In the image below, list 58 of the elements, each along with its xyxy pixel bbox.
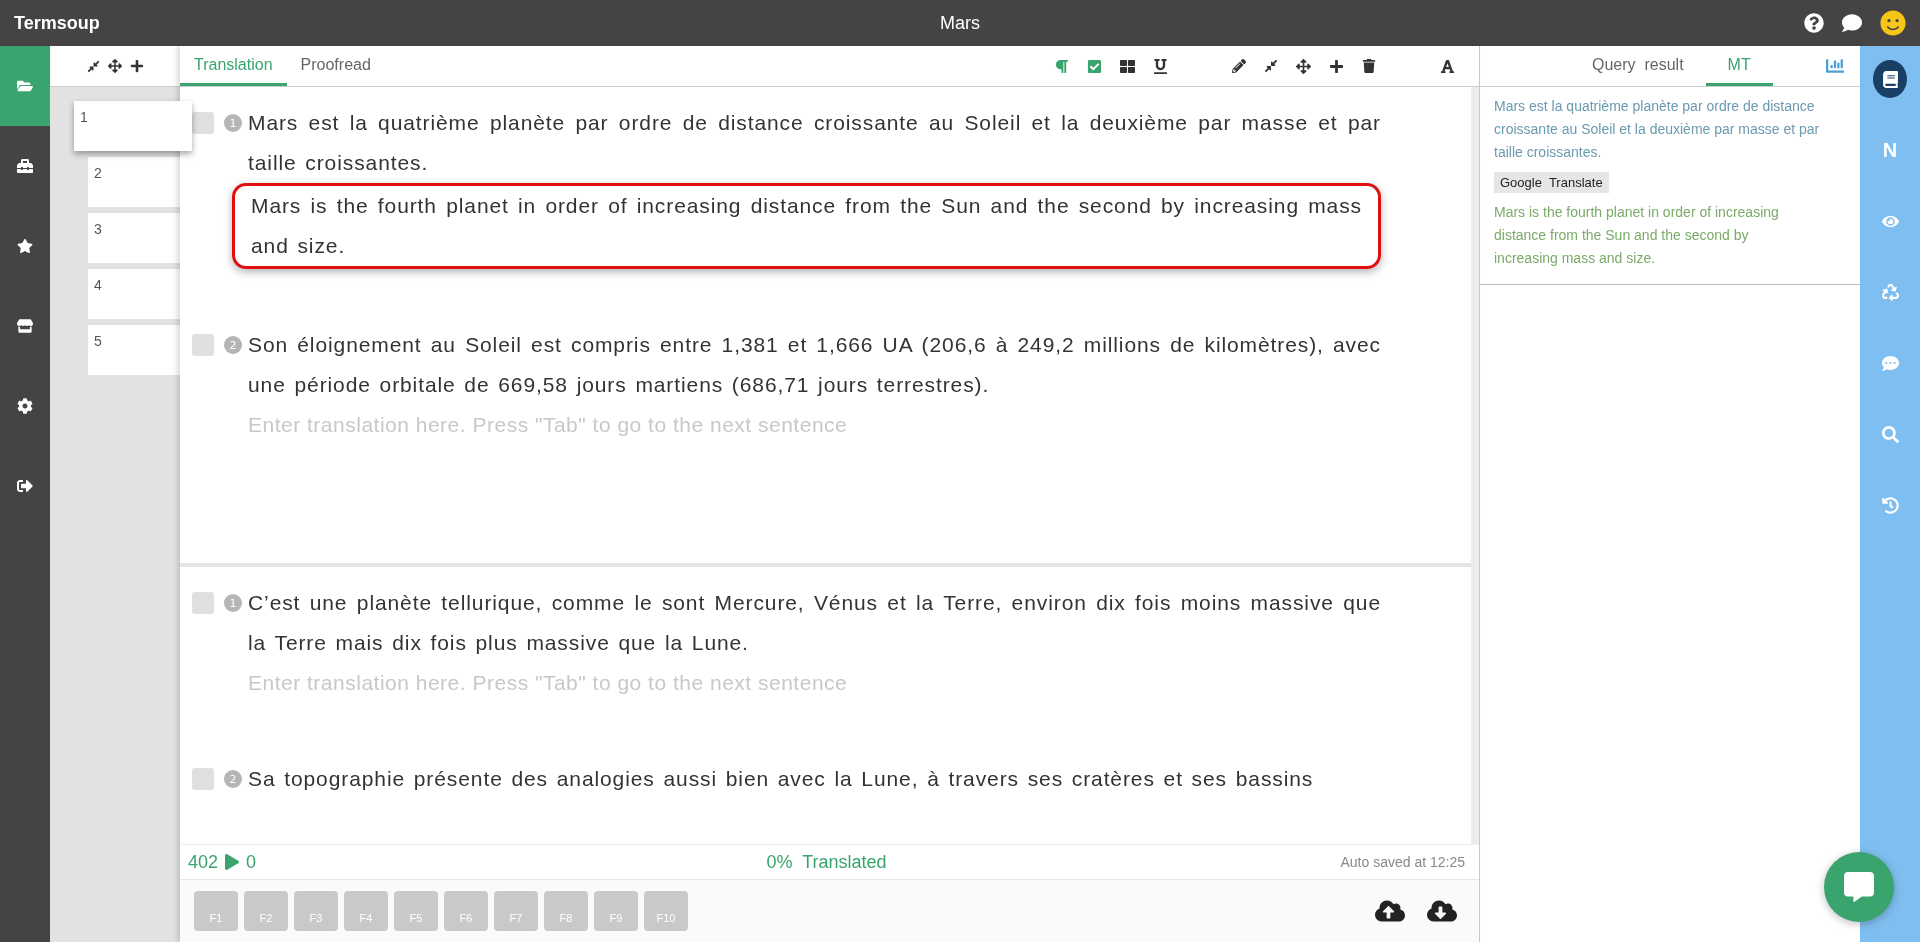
page-thumbnail[interactable]: 4: [88, 269, 180, 319]
pencil-icon[interactable]: [1232, 59, 1246, 73]
segment-count: 0: [246, 851, 257, 873]
chat-icon[interactable]: [1842, 13, 1862, 33]
editor-tab[interactable]: Translation: [180, 46, 287, 86]
source-sentence: Son éloignement au Soleil est compris entre 1,381 et 1,666 UA (206,6 à 249,2 millions de kilomètres), avec une période orbitale de 669,58 jours martiens (686,71 jours terrestres).: [248, 332, 1381, 398]
settings-icon: [17, 398, 33, 414]
app-name: Termsoup: [14, 12, 101, 34]
logout-icon: [17, 478, 33, 494]
checkbox-icon[interactable]: [1087, 58, 1102, 74]
smiley-icon[interactable]: [1880, 10, 1906, 36]
segment-number: 2: [224, 770, 242, 788]
document-title: Mars: [940, 12, 980, 34]
panel-tab[interactable]: MT: [1705, 46, 1773, 86]
segment-number: 2: [224, 336, 242, 354]
progress-text: 0% Translated: [766, 851, 887, 873]
paragraph-icon[interactable]: [1054, 58, 1069, 74]
segment-number: 1: [224, 594, 242, 612]
grid-icon[interactable]: [1120, 58, 1135, 74]
page-thumbnail[interactable]: 1: [74, 101, 192, 151]
folder-icon: [17, 78, 33, 94]
help-icon[interactable]: [1804, 13, 1824, 33]
move-icon[interactable]: [107, 59, 122, 73]
compress-icon[interactable]: [86, 59, 100, 73]
page-thumbnail[interactable]: 3: [88, 213, 180, 263]
page-thumbnail[interactable]: 2: [88, 157, 180, 207]
play-icon[interactable]: [224, 854, 241, 870]
autosave-text: Auto saved at 12:25: [1340, 854, 1465, 870]
add-icon[interactable]: [1329, 58, 1344, 74]
notes-button[interactable]: N: [1873, 131, 1907, 169]
mt-translation-text[interactable]: Mars is the fourth planet in order of increasing distance from the Sun and the second by increasing mass and size.: [1494, 201, 1846, 270]
store-icon: [17, 318, 33, 334]
segment-checkbox[interactable]: [192, 768, 214, 790]
translation-field[interactable]: Mars is the fourth planet in order of increasing distance from the Sun and the second by increasing mass and size.: [232, 183, 1381, 269]
segment-checkbox[interactable]: [192, 334, 214, 356]
add-icon[interactable]: [129, 59, 144, 73]
trash-icon[interactable]: [1362, 59, 1376, 73]
compress-icon[interactable]: [1264, 59, 1278, 73]
underline-icon[interactable]: [1153, 58, 1168, 74]
editor-tab[interactable]: Proofread: [286, 46, 385, 86]
segment-checkbox[interactable]: [192, 592, 214, 614]
move-icon[interactable]: [1296, 58, 1311, 74]
font-icon[interactable]: [1440, 58, 1455, 74]
segment-number: 1: [224, 114, 242, 132]
chat-bubble-icon: [1844, 872, 1874, 902]
book-icon[interactable]: [1873, 60, 1907, 98]
word-count: 402: [188, 851, 219, 873]
segment-checkbox[interactable]: [192, 112, 214, 134]
source-sentence: Mars est la quatrième planète par ordre de distance croissante au Soleil et la deuxième par masse et par taille croissantes.: [248, 110, 1381, 176]
panel-tab[interactable]: Query result: [1570, 46, 1706, 86]
source-sentence: C’est une planète tellurique, comme le sont Mercure, Vénus et la Terre, environ dix fois moins massive que la Terre mais dix fois plus massive que la Lune.: [248, 590, 1381, 656]
chart-icon[interactable]: [1826, 57, 1844, 75]
source-sentence: Sa topographie présente des analogies aussi bien avec la Lune, à travers ses cratères et ses bassins: [248, 766, 1315, 792]
page-thumbnail[interactable]: 5: [88, 325, 180, 375]
star-icon: [17, 238, 33, 254]
toolbox-icon: [17, 158, 33, 174]
engine-label: Google Translate: [1494, 172, 1609, 193]
mt-source-text: Mars est la quatrième planète par ordre de distance croissante au Soleil et la deuxième par masse et par taille croissantes.: [1494, 97, 1821, 162]
